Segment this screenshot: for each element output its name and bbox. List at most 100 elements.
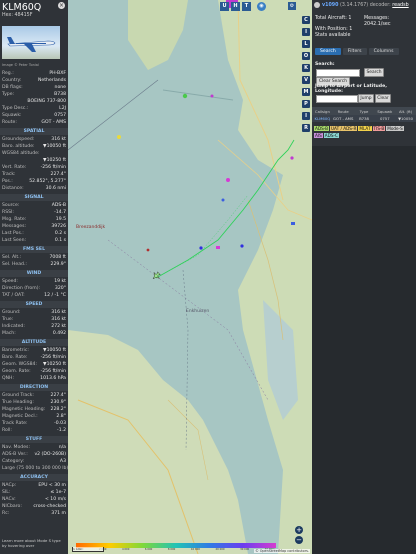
column-header[interactable]: Squawk: [374, 109, 395, 114]
clear-button[interactable]: Clear: [375, 94, 391, 103]
map-toggle-m-6[interactable]: M: [302, 88, 310, 96]
section-fms[interactable]: FMS SEL: [0, 246, 68, 253]
stuff-label: Large (75 000 to 300 000 lb): [2, 466, 69, 471]
stuff-value: v2 (DO-260B): [34, 452, 66, 457]
direction-row: Ground Track: 227.4°: [2, 393, 66, 400]
stats-available[interactable]: Stats available: [315, 33, 350, 39]
altitude-label: Geom. WGS84:: [2, 362, 38, 367]
tab-columns[interactable]: Columns: [368, 48, 399, 55]
callsign: KLM60Q: [2, 2, 42, 13]
section-accuracy[interactable]: ACCURACY: [0, 474, 68, 481]
info-row: Reg.: PH-BXF: [2, 71, 66, 78]
photo-credit: Image © Peter Tonial: [2, 63, 39, 67]
zoom-in-button[interactable]: +: [295, 526, 303, 534]
map-canvas[interactable]: Breezanddijk Enkhuizen: [68, 0, 312, 554]
toggle-button-u[interactable]: U: [220, 2, 229, 11]
spatial-value: 52.852°, 5.277°: [29, 179, 66, 184]
direction-value: -0.03: [54, 421, 66, 426]
altitude-label: Barometric:: [2, 348, 29, 353]
close-icon[interactable]: ×: [58, 2, 65, 9]
spatial-value: ▼10050 ft: [43, 144, 66, 149]
search-button[interactable]: Search: [364, 68, 384, 77]
spatial-label: Distance:: [2, 186, 24, 191]
tab-filters[interactable]: Filters: [342, 48, 367, 55]
direction-row: Magnetic Decl.: 2.8°: [2, 414, 66, 421]
section-spatial[interactable]: SPATIAL: [0, 128, 68, 135]
total-aircraft: Total Aircraft: 1: [315, 16, 352, 21]
map-toggle-r-9[interactable]: R: [302, 124, 310, 132]
jump-button[interactable]: Jump: [358, 94, 374, 103]
speed-value: 316 kt: [51, 317, 66, 322]
table-row[interactable]: KLM60Q GOT - AMS B738 0757 ▼10050: [312, 115, 416, 122]
table-cell: GOT - AMS: [333, 116, 354, 121]
info-row: Country: Netherlands: [2, 78, 66, 85]
map-toggle-l-2[interactable]: L: [302, 40, 310, 48]
signal-label: Last Seen:: [2, 238, 27, 243]
section-altitude[interactable]: ALTITUDE: [0, 339, 68, 346]
map-toggle-i-8[interactable]: I: [302, 112, 310, 120]
speed-label: Ground:: [2, 310, 21, 315]
info-label: Squawk:: [2, 113, 22, 118]
section-signal[interactable]: SIGNAL: [0, 194, 68, 201]
map-attribution[interactable]: © OpenStreetMap contributors.: [254, 549, 310, 553]
info-row: Type Desc.: L2J: [2, 106, 66, 113]
direction-label: Roll:: [2, 428, 12, 433]
table-cell: KLM60Q: [314, 116, 331, 121]
toggle-button-h[interactable]: H: [231, 2, 240, 11]
accuracy-row: SIL: ≤ 1e-7: [2, 490, 66, 497]
zoom-out-button[interactable]: −: [295, 536, 303, 544]
accuracy-value: < 10 m/s: [44, 497, 66, 502]
section-stuff[interactable]: STUFF: [0, 436, 68, 443]
fms-value: 229.9°: [50, 262, 66, 267]
column-header[interactable]: Alt. (ft): [395, 109, 416, 114]
section-wind[interactable]: WIND: [0, 270, 68, 277]
speed-value: 272 kt: [51, 324, 66, 329]
column-header[interactable]: Callsign: [312, 109, 333, 114]
column-header[interactable]: Route: [333, 109, 354, 114]
map-toggle-i-1[interactable]: I: [302, 28, 310, 36]
spatial-row: WGS84 altitude:: [2, 151, 66, 158]
signal-row: Last Seen: 0.1 s: [2, 238, 66, 245]
aircraft-table-header: Callsign Route Type Squawk Alt. (ft): [312, 107, 416, 115]
spatial-value: -256 ft/min: [40, 165, 66, 170]
wind-label: Speed:: [2, 279, 18, 284]
version-name[interactable]: v1090: [322, 3, 338, 8]
spatial-value: 316 kt: [51, 137, 66, 142]
section-speed[interactable]: SPEED: [0, 301, 68, 308]
info-row: Type: B738: [2, 92, 66, 99]
layers-icon[interactable]: ◉: [257, 2, 266, 11]
info-row: BOEING 737-800: [2, 99, 66, 106]
map-toggle-p-7[interactable]: P: [302, 100, 310, 108]
signal-label: RSSI:: [2, 210, 14, 215]
map-toggle-k-4[interactable]: K: [302, 64, 310, 72]
map-toggle-o-3[interactable]: O: [302, 52, 310, 60]
source-chip: ADS-B: [314, 126, 329, 131]
toggle-button-t[interactable]: T: [242, 2, 251, 11]
jump-label: Jump to Airport or Latitude, Longitude:: [315, 84, 387, 94]
search-input[interactable]: [316, 69, 360, 77]
signal-value: 39726: [51, 224, 66, 229]
info-value: Netherlands: [37, 78, 66, 83]
column-header[interactable]: Type: [354, 109, 375, 114]
decoder-link[interactable]: readsb: [392, 3, 408, 8]
aircraft-photo[interactable]: [2, 26, 60, 59]
stuff-label: Nav. Modes:: [2, 445, 30, 450]
spatial-label: WGS84 altitude:: [2, 151, 40, 156]
map-view[interactable]: Breezanddijk Enkhuizen U H T ◉ ⚙ CILOKVM…: [68, 0, 312, 554]
legend-tick: 8 000: [167, 548, 176, 551]
direction-row: Roll: -1.2: [2, 428, 66, 435]
map-label-place1: Breezanddijk: [76, 224, 106, 230]
speed-label: Indicated:: [2, 324, 25, 329]
legend-ticks: 1 0002 0004 0006 0008 00010 00020 00030 …: [76, 548, 276, 551]
settings-icon[interactable]: ⚙: [288, 2, 296, 10]
jump-input[interactable]: [316, 95, 358, 103]
wind-row: TAT / OAT: 12 / -1 °C: [2, 293, 66, 300]
info-label: Reg.:: [2, 71, 14, 76]
direction-value: 230.9°: [50, 400, 66, 405]
map-toggle-v-5[interactable]: V: [302, 76, 310, 84]
altitude-label: Geom. Rate:: [2, 369, 31, 374]
section-direction[interactable]: DIRECTION: [0, 384, 68, 391]
map-toggle-c-0[interactable]: C: [302, 16, 310, 24]
tab-search[interactable]: Search: [315, 48, 341, 55]
speed-value: 316 kt: [51, 310, 66, 315]
